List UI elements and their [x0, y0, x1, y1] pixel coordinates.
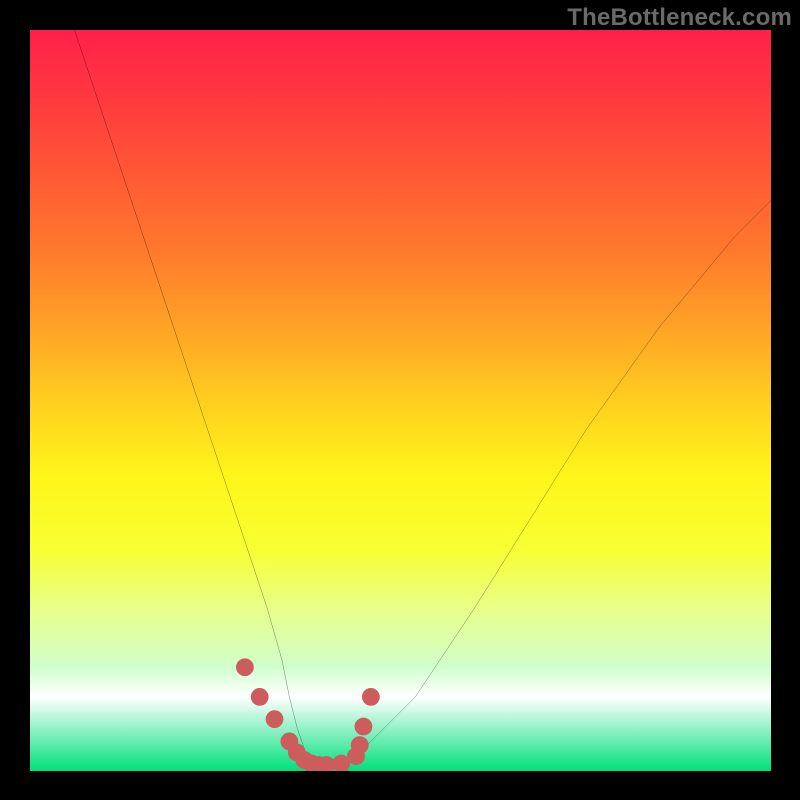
chart-svg — [30, 30, 771, 771]
watermark-text: TheBottleneck.com — [567, 4, 792, 32]
marker-cluster — [236, 658, 380, 771]
marker-point — [362, 688, 380, 706]
marker-point — [251, 688, 269, 706]
main-curve — [74, 30, 771, 767]
marker-point — [351, 736, 369, 754]
marker-point — [266, 710, 284, 728]
marker-point — [355, 718, 373, 736]
chart-root: TheBottleneck.com — [0, 0, 800, 800]
marker-point — [236, 658, 254, 676]
